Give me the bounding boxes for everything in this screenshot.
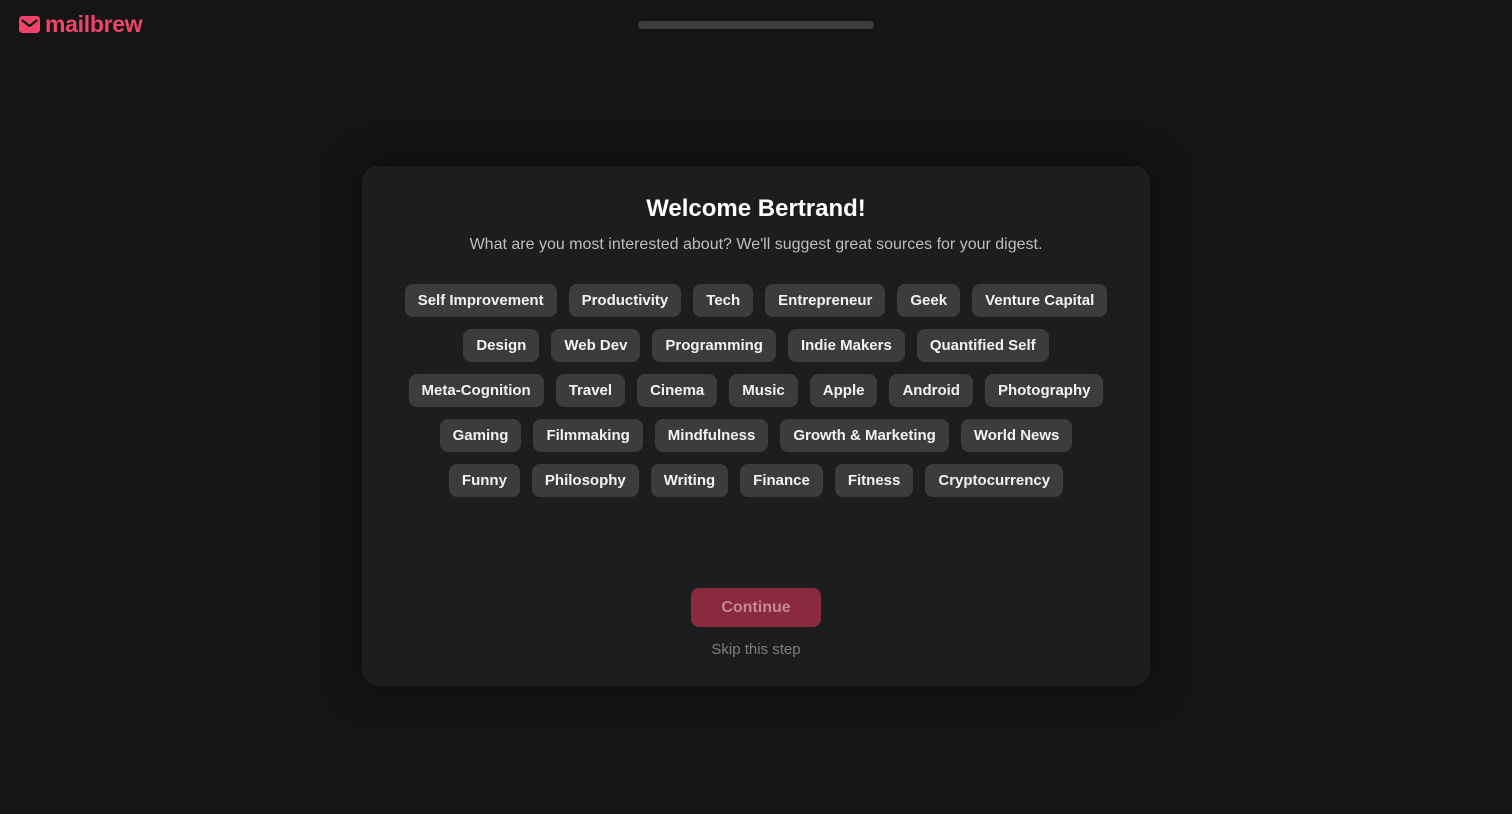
interest-tag[interactable]: Philosophy [531,464,639,497]
interest-tag[interactable]: Tech [693,284,754,317]
envelope-icon [19,15,40,33]
interest-tag-row: Funny Philosophy Writing Finance Fitness Cryp… [386,464,1126,497]
brand-name: mailbrew [45,11,143,37]
interest-tag[interactable]: Programming [652,329,776,362]
interest-tag[interactable]: Geek [897,284,961,317]
interest-tag[interactable]: Finance [740,464,823,497]
onboarding-card: Welcome Bertrand! What are you most inte… [362,166,1150,686]
interest-tag-row: Gaming Filmmaking Mindfulness Growth & Mark… [386,419,1126,452]
welcome-subtitle: What are you most interested about? We'l… [469,236,1043,253]
interest-tag[interactable]: Productivity [568,284,682,317]
interest-tag[interactable]: Indie Makers [787,329,905,362]
interest-tag[interactable]: Cryptocurrency [925,464,1064,497]
interest-tag[interactable]: World News [960,419,1073,452]
interest-tags: Self Improvement Productivity Tech Entrepre… [386,284,1126,497]
interest-tag[interactable]: Venture Capital [972,284,1108,317]
interest-tag-row: Self Improvement Productivity Tech Entrepre… [386,284,1126,317]
interest-tag[interactable]: Self Improvement [404,284,557,317]
continue-button[interactable]: Continue [691,588,821,627]
interest-tag[interactable]: Travel [555,374,626,407]
interest-tag[interactable]: Photography [984,374,1104,407]
interest-tag[interactable]: Music [729,374,798,407]
interest-tag[interactable]: Web Dev [551,329,641,362]
interest-tag[interactable]: Cinema [637,374,718,407]
interest-tag[interactable]: Growth & Marketing [780,419,949,452]
brand-logo[interactable]: mailbrew [19,11,143,37]
interest-tag[interactable]: Android [889,374,973,407]
interest-tag[interactable]: Writing [650,464,729,497]
interest-tag[interactable]: Meta-Cognition [408,374,544,407]
interest-tag[interactable]: Quantified Self [916,329,1049,362]
interest-tag[interactable]: Filmmaking [533,419,643,452]
interest-tag-row: Design Web Dev Programming Indie Makers Quan… [386,329,1126,362]
interest-tag[interactable]: Fitness [834,464,914,497]
interest-tag[interactable]: Mindfulness [654,419,769,452]
top-bar: mailbrew [0,0,1512,50]
welcome-title: Welcome Bertrand! [646,195,866,222]
interest-tag[interactable]: Entrepreneur [765,284,886,317]
interest-tag-row: Meta-Cognition Travel Cinema Music Apple Andr… [386,374,1126,407]
interest-tag[interactable]: Funny [448,464,520,497]
interest-tag[interactable]: Apple [809,374,878,407]
interest-tag[interactable]: Design [463,329,540,362]
skip-step-link[interactable]: Skip this step [362,640,1150,660]
onboarding-progress-bar [638,21,874,29]
interest-tag[interactable]: Gaming [439,419,522,452]
